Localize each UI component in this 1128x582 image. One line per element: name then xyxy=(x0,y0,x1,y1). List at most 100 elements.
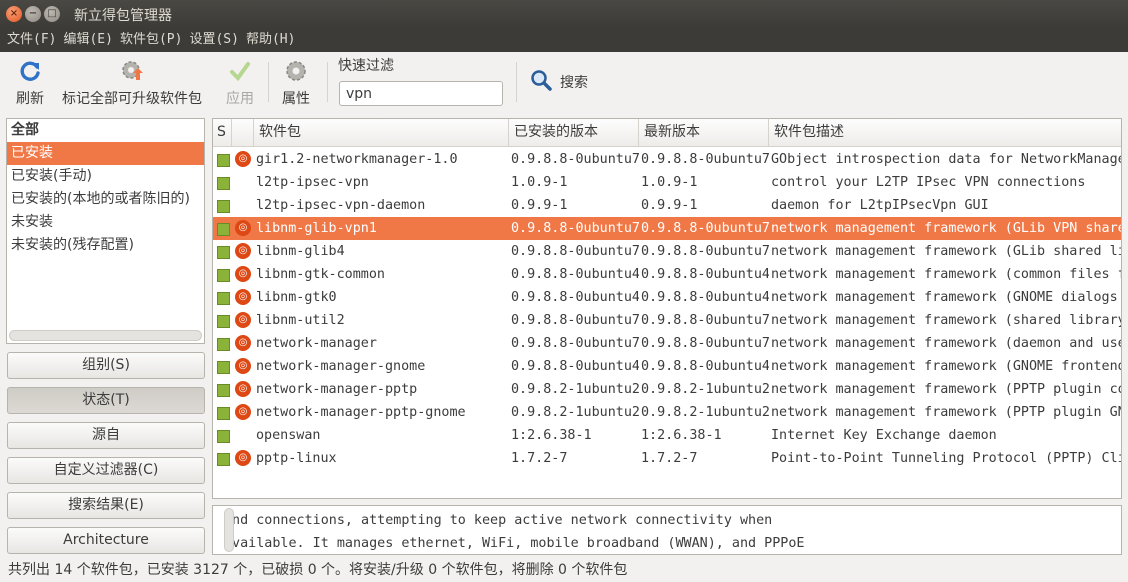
table-row[interactable]: l2tp-ipsec-vpn 1.0.9-1 1.0.9-1 control your… xyxy=(213,171,1121,194)
package-name: openswan xyxy=(256,428,321,443)
latest-version: 1.7.2-7 xyxy=(641,451,698,466)
column-installed-version[interactable]: 已安装的版本 xyxy=(509,119,639,147)
latest-version: 0.9.8.8-0ubuntu7 xyxy=(641,221,769,236)
column-status[interactable]: S xyxy=(213,119,232,147)
minimize-window-button[interactable]: − xyxy=(25,6,41,22)
description-pane: and connections, attempting to keep acti… xyxy=(212,505,1122,555)
status-button[interactable]: 状态(T) xyxy=(7,387,205,414)
filter-item-installed-manual[interactable]: 已安装(手动) xyxy=(7,165,204,188)
toolbar-separator xyxy=(268,62,269,102)
table-row[interactable]: ◎ libnm-gtk0 0.9.8.8-0ubuntu4 0.9.8.8-0ubun… xyxy=(213,286,1121,309)
refresh-button[interactable]: 刷新 xyxy=(16,58,44,108)
table-row[interactable]: ◎ network-manager-pptp-gnome 0.9.8.2-1ubun… xyxy=(213,401,1121,424)
package-description: network management framework (common fil… xyxy=(771,267,1122,282)
filter-item-installed[interactable]: 已安装 xyxy=(7,142,204,165)
table-row[interactable]: ◎ network-manager-gnome 0.9.8.8-0ubuntu4 0.… xyxy=(213,355,1121,378)
ubuntu-support-icon: ◎ xyxy=(235,335,251,351)
ubuntu-support-icon: ◎ xyxy=(235,266,251,282)
installed-version: 0.9.8.8-0ubuntu4 xyxy=(511,359,639,374)
menu-help[interactable]: 帮助(H) xyxy=(243,28,298,52)
toolbar-separator xyxy=(327,62,328,102)
horizontal-scrollbar[interactable] xyxy=(9,330,202,341)
installed-status-icon[interactable] xyxy=(217,338,230,351)
column-latest-version[interactable]: 最新版本 xyxy=(639,119,769,147)
table-row[interactable]: ◎ libnm-gtk-common 0.9.8.8-0ubuntu4 0.9.8.8… xyxy=(213,263,1122,286)
filter-item-not-installed[interactable]: 未安装 xyxy=(7,211,204,234)
package-description: daemon for L2tpIPsecVpn GUI xyxy=(771,198,989,213)
installed-status-icon[interactable] xyxy=(217,292,230,305)
installed-status-icon[interactable] xyxy=(217,154,230,167)
ubuntu-support-icon: ◎ xyxy=(235,289,251,305)
table-row[interactable]: ◎ libnm-glib4 0.9.8.8-0ubuntu7 0.9.8.8-0ubu… xyxy=(213,240,1121,263)
latest-version: 0.9.8.2-1ubuntu2 xyxy=(641,382,769,397)
installed-status-icon[interactable] xyxy=(217,430,230,443)
architecture-button[interactable]: Architecture xyxy=(7,527,205,554)
table-row[interactable]: ◎ network-manager 0.9.8.8-0ubuntu7 0.9.8.8-… xyxy=(213,332,1122,355)
installed-status-icon[interactable] xyxy=(217,246,230,259)
installed-status-icon[interactable] xyxy=(217,315,230,328)
column-support[interactable] xyxy=(232,119,254,147)
toolbar-separator xyxy=(516,62,517,102)
package-name: l2tp-ipsec-vpn xyxy=(256,175,369,190)
package-description: Internet Key Exchange daemon xyxy=(771,428,997,443)
mark-all-upgrades-button[interactable]: 标记全部可升级软件包 xyxy=(62,58,202,108)
status-bar: 共列出 14 个软件包，已安装 3127 个，已破损 0 个。将安装/升级 0 … xyxy=(8,562,628,578)
package-description: network management framework (daemon and… xyxy=(771,336,1122,351)
package-name: libnm-gtk0 xyxy=(256,290,337,305)
package-description: network management framework (shared lib… xyxy=(771,313,1122,328)
quick-filter-label: 快速过滤 xyxy=(338,58,394,74)
table-row[interactable]: l2tp-ipsec-vpn-daemon 0.9.9-1 0.9.9-1 daemo… xyxy=(213,194,1121,217)
ubuntu-support-icon: ◎ xyxy=(235,450,251,466)
package-table: S 软件包 已安装的版本 最新版本 软件包描述 ◎ gir1.2-networkm… xyxy=(212,118,1122,499)
ubuntu-support-icon: ◎ xyxy=(235,151,251,167)
menu-file[interactable]: 文件(F) xyxy=(4,28,59,52)
installed-status-icon[interactable] xyxy=(217,177,230,190)
menu-edit[interactable]: 编辑(E) xyxy=(60,28,115,52)
installed-status-icon[interactable] xyxy=(217,384,230,397)
filter-list: 全部 已安装 已安装(手动) 已安装的(本地的或者陈旧的) 未安装 未安装的(残… xyxy=(6,118,205,344)
installed-status-icon[interactable] xyxy=(217,200,230,213)
properties-button[interactable]: 属性 xyxy=(282,58,310,108)
ubuntu-support-icon: ◎ xyxy=(235,243,251,259)
latest-version: 0.9.8.8-0ubuntu7 xyxy=(641,313,769,328)
maximize-window-button[interactable]: □ xyxy=(44,6,60,22)
installed-version: 1:2.6.38-1 xyxy=(511,428,592,443)
ubuntu-support-icon: ◎ xyxy=(235,381,251,397)
table-row[interactable]: openswan 1:2.6.38-1 1:2.6.38-1 Internet Key… xyxy=(213,424,1121,447)
installed-status-icon[interactable] xyxy=(217,223,230,236)
package-name: network-manager-pptp xyxy=(256,382,418,397)
installed-status-icon[interactable] xyxy=(217,453,230,466)
table-row[interactable]: ◎ network-manager-pptp 0.9.8.2-1ubuntu2 0.9… xyxy=(213,378,1121,401)
vertical-scrollbar[interactable] xyxy=(224,508,234,552)
filter-item-installed-local[interactable]: 已安装的(本地的或者陈旧的) xyxy=(7,188,204,211)
search-button[interactable]: 搜索 xyxy=(530,69,588,95)
installed-status-icon[interactable] xyxy=(217,269,230,282)
latest-version: 0.9.8.2-1ubuntu2 xyxy=(641,405,769,420)
table-row[interactable]: ◎ pptp-linux 1.7.2-7 1.7.2-7 Point-to-Point … xyxy=(213,447,1121,470)
origin-button[interactable]: 源自 xyxy=(7,422,205,449)
search-results-button[interactable]: 搜索结果(E) xyxy=(7,492,205,519)
installed-version: 0.9.8.8-0ubuntu7 xyxy=(511,313,639,328)
menu-settings[interactable]: 设置(S) xyxy=(186,28,241,52)
package-name: libnm-glib4 xyxy=(256,244,345,259)
menu-bar: 文件(F) 编辑(E) 软件包(P) 设置(S) 帮助(H) xyxy=(0,28,1128,52)
apply-button[interactable]: 应用 xyxy=(226,58,254,108)
table-row[interactable]: ◎ gir1.2-networkmanager-1.0 0.9.8.8-0ubunt… xyxy=(213,148,1121,171)
custom-filters-button[interactable]: 自定义过滤器(C) xyxy=(7,457,205,484)
filter-item-all[interactable]: 全部 xyxy=(7,119,204,142)
sections-button[interactable]: 组别(S) xyxy=(7,352,205,379)
description-line: available. It manages ethernet, WiFi, mo… xyxy=(224,536,805,551)
filter-item-residual-config[interactable]: 未安装的(残存配置) xyxy=(7,234,204,257)
table-row[interactable]: ◎ libnm-util2 0.9.8.8-0ubuntu7 0.9.8.8-0ubu… xyxy=(213,309,1122,332)
close-window-button[interactable]: × xyxy=(6,6,22,22)
quick-filter-input[interactable] xyxy=(339,81,503,106)
table-row[interactable]: ◎ libnm-glib-vpn1 0.9.8.8-0ubuntu7 0.9.8.8-… xyxy=(213,217,1121,240)
ubuntu-support-icon: ◎ xyxy=(235,312,251,328)
search-icon xyxy=(530,69,552,95)
column-description[interactable]: 软件包描述 xyxy=(769,119,1121,147)
refresh-icon xyxy=(16,58,44,84)
installed-status-icon[interactable] xyxy=(217,361,230,374)
column-package[interactable]: 软件包 xyxy=(254,119,509,147)
installed-status-icon[interactable] xyxy=(217,407,230,420)
menu-package[interactable]: 软件包(P) xyxy=(117,28,185,52)
